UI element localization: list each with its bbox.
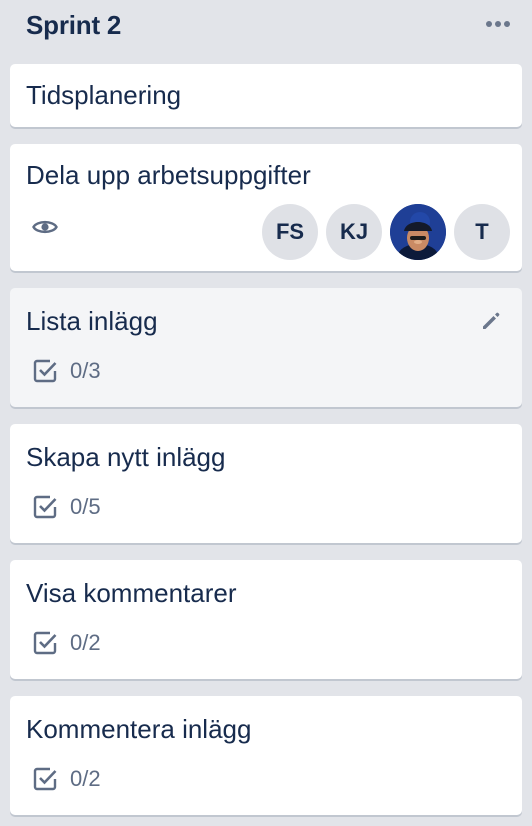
avatar-initials: KJ <box>339 219 369 244</box>
list: Sprint 2 Tidsplanering Dela upp arbetsup… <box>0 0 532 826</box>
member-avatar[interactable]: KJ <box>326 204 382 260</box>
pencil-icon <box>483 312 500 329</box>
checklist-count: 0/5 <box>70 494 101 519</box>
card-title: Skapa nytt inlägg <box>26 442 226 472</box>
card-dela-upp[interactable]: Dela upp arbetsuppgifter FS KJ T <box>10 144 522 271</box>
list-menu-button[interactable] <box>480 10 516 38</box>
avatar-photo <box>390 204 446 260</box>
checklist-badge: 0/2 <box>32 630 101 656</box>
card-title: Dela upp arbetsuppgifter <box>26 160 311 190</box>
list-title[interactable]: Sprint 2 <box>26 10 121 41</box>
eye-icon <box>32 218 58 241</box>
checklist-icon <box>33 359 57 383</box>
card-title: Visa kommentarer <box>26 578 237 608</box>
member-avatar[interactable]: T <box>454 204 510 260</box>
more-icon <box>485 21 512 27</box>
list-header: Sprint 2 <box>0 0 532 56</box>
checklist-badge: 0/5 <box>32 494 101 520</box>
card-kommentera-inlagg[interactable]: Kommentera inlägg 0/2 <box>10 696 522 815</box>
checklist-badge: 0/3 <box>32 358 101 384</box>
checklist-count: 0/2 <box>70 766 101 791</box>
checklist-icon <box>33 495 57 519</box>
card-lista-inlagg[interactable]: Lista inlägg 0/3 <box>10 288 522 407</box>
card-visa-kommentarer[interactable]: Visa kommentarer 0/2 <box>10 560 522 679</box>
avatar-initials: T <box>475 219 489 244</box>
checklist-count: 0/3 <box>70 358 101 383</box>
card-title: Tidsplanering <box>26 80 182 110</box>
checklist-count: 0/2 <box>70 630 101 655</box>
avatar-initials: FS <box>275 219 305 244</box>
checklist-icon <box>33 767 57 791</box>
member-avatar[interactable]: FS <box>262 204 318 260</box>
member-avatar-photo[interactable] <box>390 204 446 260</box>
card-title: Lista inlägg <box>26 306 158 336</box>
checklist-badge: 0/2 <box>32 766 101 792</box>
card-skapa-nytt-inlagg[interactable]: Skapa nytt inlägg 0/5 <box>10 424 522 543</box>
card-tidsplanering[interactable]: Tidsplanering <box>10 64 522 127</box>
checklist-icon <box>33 631 57 655</box>
card-title: Kommentera inlägg <box>26 714 252 744</box>
edit-card-button[interactable] <box>476 306 506 336</box>
